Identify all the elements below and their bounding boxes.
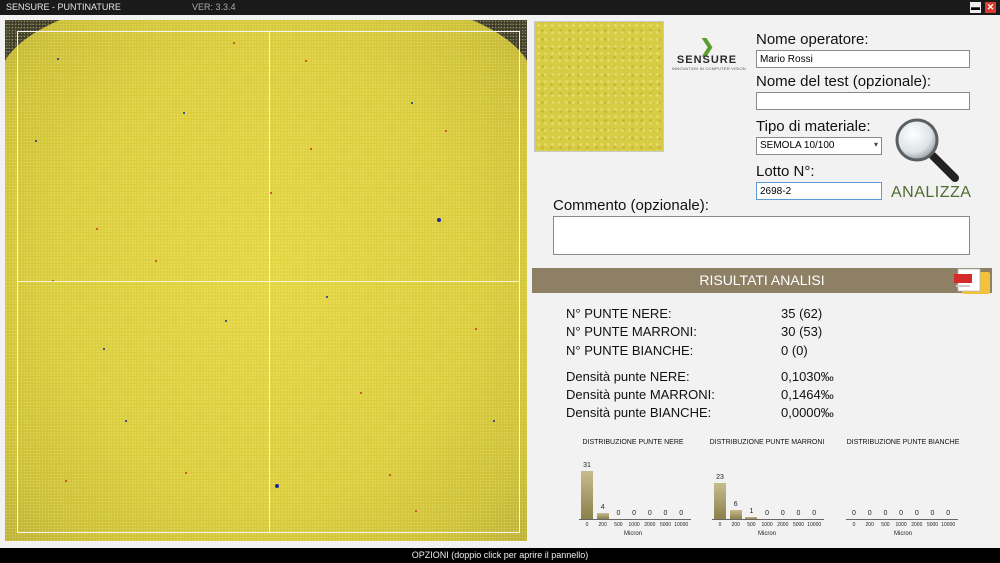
chart-tick-label: 200	[598, 522, 607, 528]
test-name-label: Nome del test (opzionale):	[756, 73, 932, 90]
chart-data-label: 0	[679, 510, 684, 517]
chart-tick-label: 200	[731, 522, 740, 528]
material-label: Tipo di materiale:	[756, 118, 871, 135]
chart-tick-label: 10000	[674, 522, 689, 528]
operator-input[interactable]	[756, 50, 970, 68]
chart-data-label: 6	[733, 501, 738, 508]
lot-input[interactable]	[756, 182, 882, 200]
chart-data-label: 0	[867, 510, 872, 517]
chart-tick-label: 0	[585, 522, 589, 528]
chart-tick-label: 1000	[895, 522, 907, 528]
chart-bar	[581, 471, 593, 519]
crosshair-vertical	[269, 31, 270, 533]
chart-bar	[714, 483, 726, 519]
chart-data-label: 31	[583, 462, 591, 469]
chart-tick-label: 1000	[761, 522, 773, 528]
result-label: Densità punte NERE:	[566, 369, 690, 384]
chevron-down-icon: ▾	[873, 140, 878, 149]
result-label: Densità punte MARRONI:	[566, 387, 715, 402]
comment-textarea[interactable]	[553, 216, 970, 255]
minimize-button[interactable]: ▬	[970, 2, 981, 13]
chart-data-label: 0	[899, 510, 904, 517]
pdf-export-icon[interactable]	[948, 266, 994, 296]
crosshair-horizontal	[17, 281, 520, 282]
chart-tick-label: 5000	[926, 522, 939, 528]
chart-tick-label: 500	[747, 522, 756, 528]
operator-label: Nome operatore:	[756, 31, 869, 48]
logo-brand: SENSURE	[676, 54, 738, 66]
chart-data-label: 4	[600, 504, 605, 511]
result-label: Densità punte BIANCHE:	[566, 405, 712, 420]
chart-data-label: 0	[812, 510, 817, 517]
chart-data-label: 1	[749, 508, 754, 515]
result-value: 0,1030‰	[781, 369, 834, 384]
chart-data-label: 0	[946, 510, 951, 517]
logo-chevron-icon: ❯	[699, 36, 715, 56]
material-select[interactable]: SEMOLA 10/100 ▾	[756, 137, 882, 155]
chart-data-label: 0	[765, 510, 770, 517]
chart-data-label: 0	[647, 510, 652, 517]
result-label: N° PUNTE MARRONI:	[566, 324, 697, 339]
chart-title: DISTRIBUZIONE PUNTE BIANCHE	[846, 439, 960, 446]
chart-tick-label: 10000	[807, 522, 822, 528]
chart-bar	[596, 513, 609, 519]
chart-tick-label: 10000	[941, 522, 956, 528]
result-value: 0,1464‰	[781, 387, 834, 402]
chart-data-label: 0	[930, 510, 935, 517]
chart-x-axis	[712, 519, 824, 520]
comment-label: Commento (opzionale):	[553, 197, 709, 214]
version-label: VER: 3.3.4	[192, 2, 236, 12]
chart-tick-label: 0	[852, 522, 856, 528]
window-title: SENSURE - PUNTINATURE	[6, 2, 121, 12]
camera-view[interactable]	[5, 20, 527, 541]
chart-data-label: 0	[616, 510, 621, 517]
lot-label: Lotto N°:	[756, 163, 815, 180]
chart-tick-label: 1000	[628, 522, 640, 528]
chart-data-label: 0	[883, 510, 888, 517]
chart-title: DISTRIBUZIONE PUNTE NERE	[582, 439, 684, 446]
chart-data-label: 0	[663, 510, 668, 517]
magnifier-icon[interactable]	[893, 116, 961, 184]
chart-data-label: 0	[632, 510, 637, 517]
chart-data-label: 0	[780, 510, 785, 517]
result-value: 35 (62)	[781, 306, 823, 321]
chart-tick-label: 500	[614, 522, 623, 528]
chart-tick-label: 2000	[644, 522, 656, 528]
analyze-button[interactable]: ANALIZZA	[891, 184, 971, 202]
options-bar[interactable]: OPZIONI (doppio click per aprire il pann…	[0, 548, 1000, 563]
result-value: 0 (0)	[781, 343, 808, 358]
chart-data-label: 0	[796, 510, 801, 517]
chart-data-label: 0	[852, 510, 856, 517]
chart-x-axis-title: Micron	[623, 531, 642, 537]
chart-tick-label: 0	[718, 522, 722, 528]
chart-tick-label: 5000	[792, 522, 805, 528]
chart-tick-label: 2000	[777, 522, 789, 528]
chart-data-label: 23	[716, 474, 724, 481]
chart-tick-label: 500	[881, 522, 890, 528]
chart-x-axis-title: Micron	[757, 531, 776, 537]
material-selected-value: SEMOLA 10/100	[760, 140, 835, 151]
result-label: N° PUNTE NERE:	[566, 306, 672, 321]
chart-x-axis	[846, 519, 958, 520]
result-value: 30 (53)	[781, 324, 823, 339]
chart-x-axis-title: Micron	[893, 531, 912, 537]
chart-tick-label: 200	[865, 522, 874, 528]
results-header: RISULTATI ANALISI	[532, 268, 992, 293]
close-button[interactable]: ✕	[985, 2, 996, 13]
result-value: 0,0000‰	[781, 405, 834, 420]
title-bar: SENSURE - PUNTINATURE VER: 3.3.4 ▬ ✕	[0, 0, 1000, 15]
logo-tagline: INNOVATION IN COMPUTER VISION	[672, 66, 746, 71]
chart-tick-label: 5000	[659, 522, 672, 528]
chart-tick-label: 2000	[911, 522, 923, 528]
chart-x-axis	[579, 519, 691, 520]
result-label: N° PUNTE BIANCHE:	[566, 343, 694, 358]
chart-data-label: 0	[914, 510, 919, 517]
chart-bar	[729, 510, 742, 519]
sensure-logo: ❯ SENSURE INNOVATION IN COMPUTER VISION	[672, 36, 746, 74]
chart-title: DISTRIBUZIONE PUNTE MARRONI	[709, 439, 825, 446]
chart-bar	[745, 517, 758, 519]
test-name-input[interactable]	[756, 92, 970, 110]
zoom-thumbnail	[534, 21, 664, 152]
